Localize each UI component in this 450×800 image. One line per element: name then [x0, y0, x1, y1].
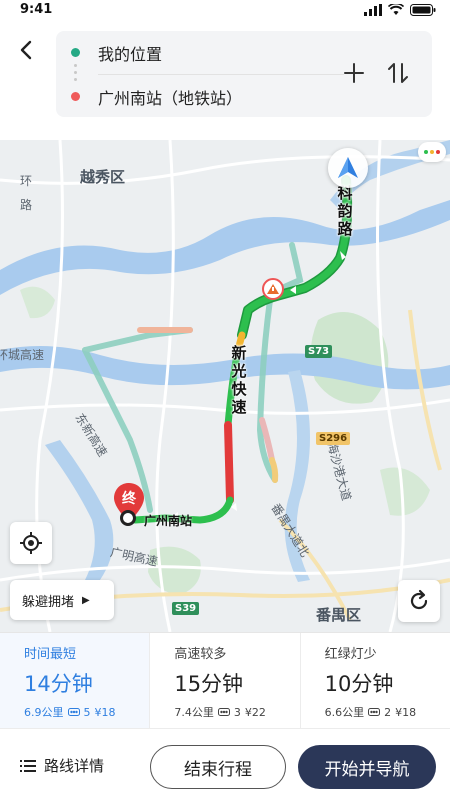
- route-option-tag: 红绿灯少: [324, 647, 377, 662]
- refresh-icon: [410, 589, 428, 610]
- road-label-guangzhou-south: 广州南站: [144, 514, 193, 528]
- locate-button[interactable]: [10, 522, 52, 564]
- road-label-ring: 环城高速: [0, 348, 45, 362]
- route-option-lights: 2: [384, 705, 392, 719]
- refresh-button[interactable]: [398, 580, 440, 622]
- district-label-yuexiu: 越秀区: [80, 168, 126, 186]
- locate-icon: [20, 532, 42, 554]
- traffic-layer-button[interactable]: [418, 142, 446, 162]
- status-bar: 9:41: [0, 0, 450, 22]
- route-option-meta: 6.6公里 2 ¥18: [325, 704, 450, 720]
- traffic-light-icon: [368, 708, 381, 716]
- route-label-keyun: 科韵路: [337, 184, 353, 238]
- plus-icon: [344, 63, 364, 83]
- route-option-fastest[interactable]: 时间最短 14分钟 6.9公里 5 ¥18: [0, 633, 151, 728]
- traffic-light-icon: [217, 708, 230, 716]
- route-option-lights: 5: [83, 705, 91, 719]
- bottom-action-bar: 路线详情 结束行程 开始并导航: [0, 728, 450, 800]
- avoid-congestion-label: 躲避拥堵: [22, 594, 75, 610]
- destination-field[interactable]: 广州南站（地铁站）: [98, 85, 242, 109]
- route-box: 我的位置 广州南站（地铁站）: [56, 31, 432, 117]
- road-badge-s296: S296: [316, 432, 351, 445]
- route-option-tag: 时间最短: [24, 647, 77, 662]
- route-option-distance: 6.9公里: [24, 706, 64, 719]
- destination-pin-icon: [120, 510, 136, 526]
- road-label-road-left: 路: [20, 198, 33, 212]
- back-button[interactable]: [12, 36, 40, 64]
- divider: [98, 74, 344, 75]
- wifi-icon: [388, 4, 404, 15]
- route-option-time: 14分钟: [24, 672, 93, 696]
- origin-dot-icon: [71, 48, 80, 57]
- current-location-marker: [328, 148, 368, 188]
- route-option-meta: 7.4公里 3 ¥22: [174, 704, 299, 720]
- route-option-lights: 3: [233, 705, 241, 719]
- status-icons: [364, 4, 436, 16]
- swap-button[interactable]: [386, 61, 410, 85]
- swap-icon: [388, 63, 408, 83]
- add-waypoint-button[interactable]: [342, 61, 366, 85]
- battery-icon: [410, 4, 436, 16]
- route-option-highway[interactable]: 高速较多 15分钟 7.4公里 3 ¥22: [150, 633, 301, 728]
- road-badge-s39: S39: [172, 602, 200, 615]
- avoid-congestion-button[interactable]: 躲避拥堵 ▶: [10, 580, 114, 620]
- district-label-panyu: 番禺区: [316, 606, 362, 624]
- destination-dot-icon: [71, 92, 80, 101]
- route-options: 时间最短 14分钟 6.9公里 5 ¥18 高速较多 15分钟 7.4公里 3 …: [0, 632, 450, 728]
- route-option-fee: ¥18: [94, 705, 116, 719]
- navigation-arrow-icon: [338, 157, 358, 178]
- end-trip-button[interactable]: 结束行程: [150, 745, 286, 789]
- dotted-connector-icon: [74, 64, 77, 84]
- route-option-distance: 6.6公里: [324, 706, 365, 719]
- route-label-xinguang: 新光快速: [231, 344, 247, 416]
- map-view[interactable]: 越秀区 番禺区 环城高速 东新高速 广明高速 番禺大道北 海沙港大道 环 路 广…: [0, 140, 450, 632]
- route-details-label: 路线详情: [44, 757, 105, 775]
- road-badge-s73: S73: [305, 345, 333, 358]
- road-label-ring-left: 环: [20, 174, 33, 188]
- signal-icon: [364, 4, 382, 16]
- route-option-fee: ¥18: [395, 705, 417, 719]
- route-option-fewer-lights[interactable]: 红绿灯少 10分钟 6.6公里 2 ¥18: [301, 633, 450, 728]
- route-option-tag: 高速较多: [174, 647, 227, 662]
- status-time: 9:41: [20, 2, 53, 17]
- route-input-panel: 我的位置 广州南站（地铁站）: [0, 22, 450, 140]
- construction-icon: [262, 278, 284, 300]
- play-arrow-icon: ▶: [82, 594, 90, 606]
- map-background: [0, 140, 450, 632]
- list-icon: [20, 759, 36, 772]
- route-option-time: 10分钟: [324, 672, 394, 696]
- route-option-distance: 7.4公里: [174, 706, 214, 719]
- end-marker-label: 终: [122, 491, 136, 507]
- route-option-fee: ¥22: [244, 705, 266, 719]
- traffic-light-icon: [67, 708, 80, 716]
- origin-field[interactable]: 我的位置: [98, 41, 162, 65]
- route-option-meta: 6.9公里 5 ¥18: [24, 704, 149, 720]
- route-option-time: 15分钟: [174, 672, 244, 696]
- start-navigation-button[interactable]: 开始并导航: [298, 745, 436, 789]
- chevron-left-icon: [20, 40, 32, 60]
- route-details-button[interactable]: 路线详情: [20, 755, 104, 776]
